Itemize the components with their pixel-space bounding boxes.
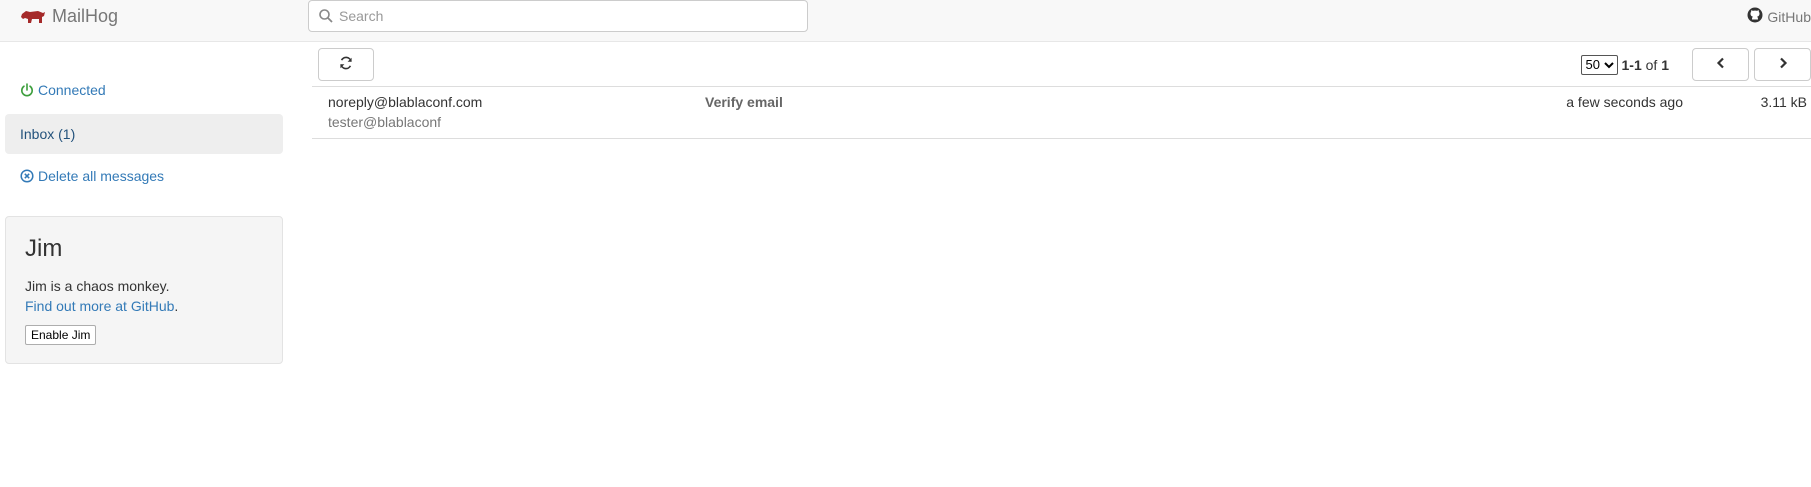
message-from: noreply@blablaconf.com [328, 94, 483, 110]
chevron-right-icon [1777, 57, 1789, 72]
brand-link[interactable]: MailHog [20, 6, 118, 26]
jim-description-block: Jim is a chaos monkey. Find out more at … [25, 276, 263, 316]
github-icon [1747, 7, 1763, 26]
remove-circle-icon [20, 169, 34, 183]
message-size: 3.11 kB [1760, 94, 1807, 110]
brand-name: MailHog [52, 5, 119, 26]
jim-panel: Jim Jim is a chaos monkey. Find out more… [5, 216, 283, 364]
power-icon [20, 83, 34, 97]
hog-logo-icon [20, 8, 46, 24]
top-navbar: MailHog GitHub [0, 0, 1811, 42]
chevron-left-icon [1715, 57, 1727, 72]
delete-all-messages-link[interactable]: Delete all messages [5, 156, 283, 196]
message-row[interactable]: noreply@blablaconf.com tester@blablaconf… [312, 87, 1811, 139]
next-page-button[interactable] [1754, 48, 1811, 81]
sidebar-item-inbox[interactable]: Inbox (1) [5, 114, 283, 154]
jim-description: Jim is a chaos monkey. [25, 278, 170, 295]
jim-github-link[interactable]: Find out more at GitHub [25, 298, 174, 314]
delete-all-label: Delete all messages [38, 168, 165, 184]
message-subject: Verify email [705, 94, 783, 110]
refresh-button[interactable] [318, 48, 374, 81]
page-range: 1-1 of 1 [1622, 57, 1670, 73]
jim-title: Jim [25, 235, 63, 262]
jim-link-suffix: . [174, 298, 179, 315]
connected-label: Connected [38, 82, 106, 98]
refresh-icon [339, 56, 353, 73]
range-value: 1-1 [1621, 56, 1642, 73]
pagination: 50 1-1 of 1 [1580, 48, 1811, 81]
connection-status[interactable]: Connected [5, 70, 283, 110]
of-label: of [1645, 56, 1658, 73]
inbox-label: Inbox (1) [20, 126, 76, 142]
github-link[interactable]: GitHub [1747, 7, 1811, 26]
github-label: GitHub [1767, 8, 1811, 25]
page-size-select[interactable]: 50 [1580, 54, 1618, 75]
search-box[interactable] [308, 0, 808, 32]
message-to: tester@blablaconf [328, 114, 442, 130]
search-input[interactable] [339, 8, 779, 24]
enable-jim-button[interactable]: Enable Jim [25, 325, 97, 346]
search-icon [318, 8, 334, 24]
message-list: noreply@blablaconf.com tester@blablaconf… [312, 86, 1811, 139]
message-toolbar: 50 1-1 of 1 [312, 48, 1811, 84]
message-time: a few seconds ago [1566, 94, 1683, 110]
total-count: 1 [1661, 56, 1669, 73]
previous-page-button[interactable] [1692, 48, 1749, 81]
